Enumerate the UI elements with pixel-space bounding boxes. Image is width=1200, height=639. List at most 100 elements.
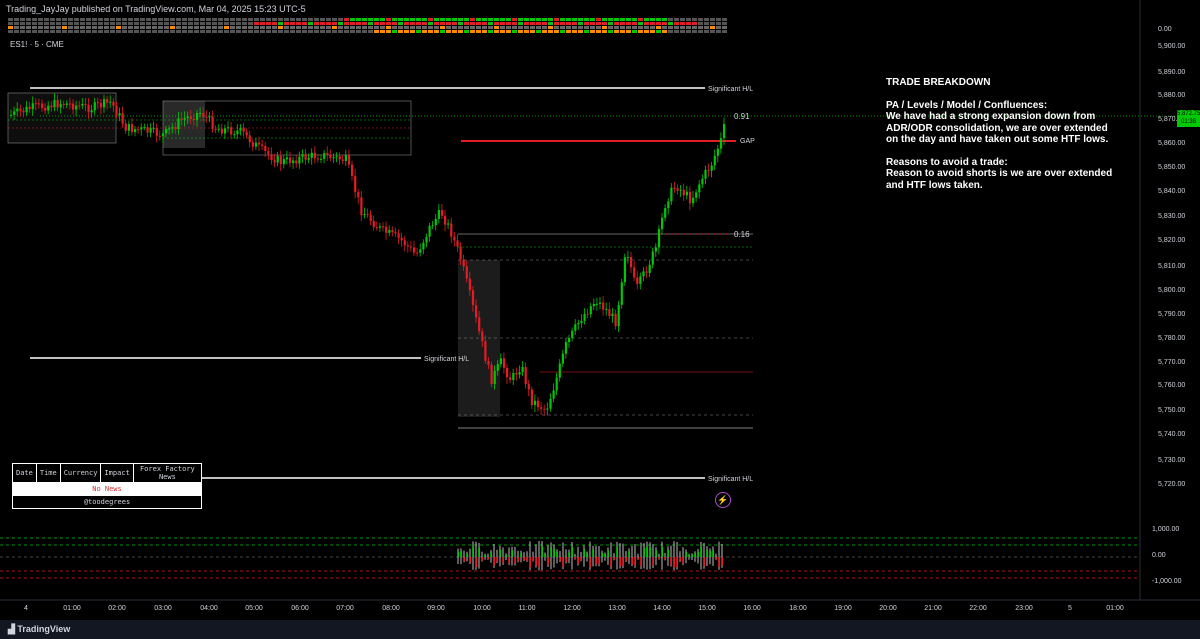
strip-cell: [590, 26, 595, 29]
lightning-icon[interactable]: ⚡: [715, 492, 731, 508]
strip-cell: [632, 26, 637, 29]
candle-body: [692, 197, 695, 204]
volume-delta-bar: [499, 549, 501, 557]
strip-cell: [68, 26, 73, 29]
strip-cell: [302, 26, 307, 29]
strip-cell: [86, 18, 91, 21]
strip-cell: [122, 22, 127, 25]
candle-body: [25, 106, 28, 113]
candle-body: [285, 157, 289, 160]
candle-body: [493, 370, 496, 385]
strip-cell: [56, 22, 61, 25]
strip-cell: [188, 26, 193, 29]
candle-body: [475, 305, 478, 318]
strip-cell: [710, 30, 715, 33]
time-tick-label: 5: [1068, 605, 1072, 612]
price-tick-label: 5,880.00: [1158, 92, 1185, 99]
strip-cell: [356, 30, 361, 33]
strip-cell: [596, 30, 601, 33]
candle-body: [602, 302, 605, 310]
strip-cell: [290, 26, 295, 29]
strip-cell: [608, 26, 613, 29]
strip-cell: [272, 30, 277, 33]
strip-cell: [200, 26, 205, 29]
strip-cell: [134, 30, 139, 33]
volume-delta-bar: [682, 557, 684, 564]
strip-cell: [554, 30, 559, 33]
strip-cell: [314, 30, 319, 33]
candle-body: [499, 358, 502, 365]
strip-cell: [644, 18, 649, 21]
strip-cell: [152, 30, 157, 33]
strip-cell: [110, 22, 115, 25]
strip-cell: [482, 18, 487, 21]
volume-delta-bar: [661, 546, 663, 557]
current-price-badge: 5,872.75 01:36: [1177, 110, 1200, 127]
strip-cell: [362, 22, 367, 25]
strip-cell: [206, 26, 211, 29]
volume-delta-bar: [505, 554, 507, 557]
candle-body: [478, 317, 481, 332]
strip-cell: [548, 22, 553, 25]
volume-delta-bar: [457, 551, 459, 557]
strip-cell: [50, 22, 55, 25]
strip-cell: [506, 30, 511, 33]
volume-delta-bar: [553, 548, 555, 557]
strip-cell: [74, 22, 79, 25]
symbol-label[interactable]: ES1! · 5 · CME: [10, 40, 64, 49]
strip-cell: [254, 30, 259, 33]
candle-body: [670, 187, 673, 202]
time-axis[interactable]: 4 01:00 02:00 03:00 04:00 05:00 06:00 07:00 08:0…: [24, 605, 1124, 612]
candle-body: [521, 367, 524, 373]
strip-cell: [704, 30, 709, 33]
candle-body: [292, 160, 295, 164]
strip-cell: [404, 18, 409, 21]
strip-cell: [158, 18, 163, 21]
strip-cell: [458, 26, 463, 29]
tradingview-logo[interactable]: ▟ TradingView: [8, 624, 70, 635]
strip-cell: [494, 18, 499, 21]
volume-delta-bar: [712, 549, 714, 557]
strip-cell: [320, 26, 325, 29]
section1-heading: PA / Levels / Model / Confluences:: [886, 99, 1048, 111]
candle-body: [143, 127, 146, 129]
candle-body: [688, 191, 692, 204]
strip-cell: [500, 26, 505, 29]
time-tick-label: 05:00: [245, 605, 263, 612]
strip-cell: [638, 22, 643, 25]
strip-cell: [8, 30, 13, 33]
price-tick-label: 5,830.00: [1158, 213, 1185, 220]
strip-cell: [320, 30, 325, 33]
volume-delta-bar: [487, 557, 489, 560]
candle-body: [211, 116, 214, 130]
price-tick-label: 5,770.00: [1158, 359, 1185, 366]
strip-cell: [362, 30, 367, 33]
candle-body: [465, 266, 468, 279]
volume-delta-bar: [475, 557, 477, 568]
volume-delta-bar: [622, 557, 624, 566]
candle-body: [68, 103, 72, 105]
volume-delta-bar: [496, 557, 498, 562]
strip-cell: [524, 18, 529, 21]
candle-body: [81, 103, 84, 106]
strip-cell: [56, 26, 61, 29]
strip-cell: [668, 18, 673, 21]
strip-cell: [62, 26, 67, 29]
time-tick-label: 13:00: [608, 605, 626, 612]
strip-cell: [134, 18, 139, 21]
strip-cell: [128, 18, 133, 21]
strip-cell: [548, 26, 553, 29]
strip-cell: [182, 22, 187, 25]
strip-cell: [308, 26, 313, 29]
candle-body: [177, 118, 180, 130]
strip-cell: [524, 30, 529, 33]
strip-cell: [422, 18, 427, 21]
strip-cell: [488, 26, 493, 29]
strip-cell: [308, 22, 313, 25]
author-handle: @toodegrees: [12, 495, 202, 509]
strip-cell: [416, 18, 421, 21]
strip-cell: [542, 26, 547, 29]
strip-cell: [188, 18, 193, 21]
time-tick-label: 12:00: [563, 605, 581, 612]
strip-cell: [674, 18, 679, 21]
